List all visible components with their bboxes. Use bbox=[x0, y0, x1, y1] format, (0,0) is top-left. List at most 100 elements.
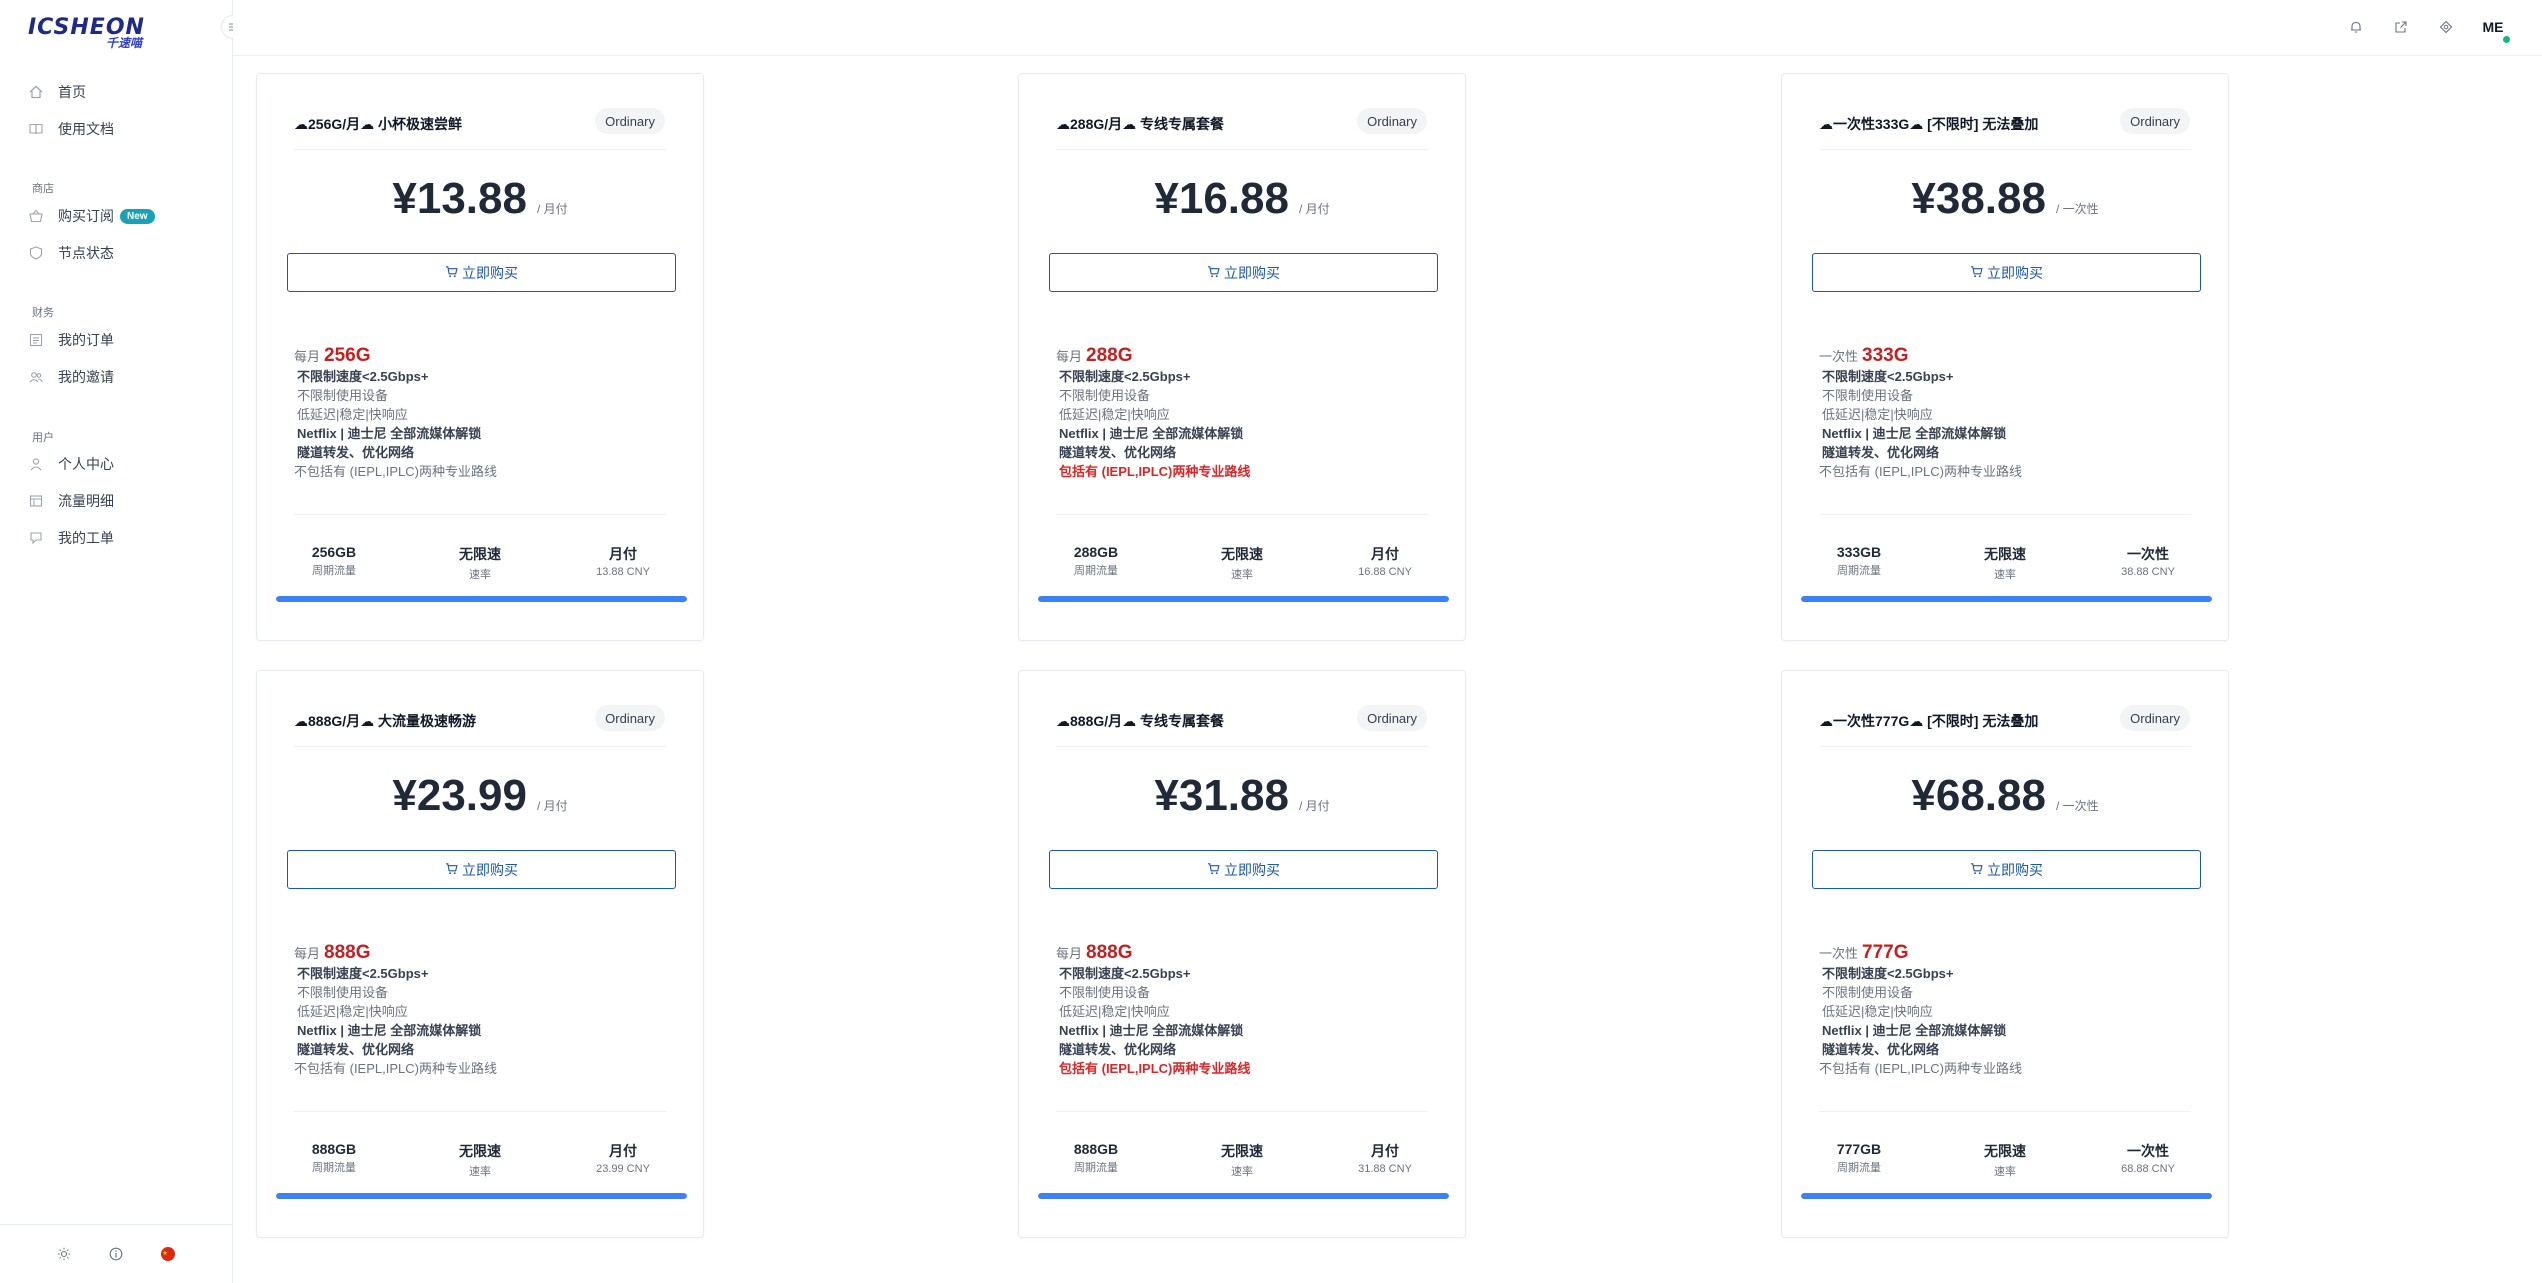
plan-card: ☁一次性777G☁ [不限时] 无法叠加 Ordinary ¥68.88 / 一… bbox=[1781, 670, 2229, 1238]
plan-title: ☁一次性333G☁ [不限时] 无法叠加 bbox=[1819, 116, 2039, 132]
external-link-icon[interactable] bbox=[2391, 17, 2411, 37]
buy-now-button[interactable]: 立即购买 bbox=[1049, 253, 1438, 292]
stat-value: 月付 bbox=[609, 546, 637, 562]
divider bbox=[294, 149, 666, 150]
sidebar-item-invite[interactable]: 我的邀请 bbox=[28, 363, 218, 391]
plan-title: ☁888G/月☁ 大流量极速畅游 bbox=[294, 713, 477, 729]
traffic-period: 每月 bbox=[294, 349, 321, 364]
stat-label: 13.88 CNY bbox=[596, 566, 650, 578]
plan-card: ☁288G/月☁ 专线专属套餐 Ordinary ¥16.88 / 月付 立即购… bbox=[1018, 73, 1466, 641]
plan-price: ¥38.88 bbox=[1911, 174, 2046, 223]
nav-group-title: 用户 bbox=[32, 432, 54, 444]
plan-stat: 无限速 速率 bbox=[420, 544, 540, 582]
feature-line: 不限制速度<2.5Gbps+ bbox=[297, 966, 429, 981]
feature-line: 不包括有 (IEPL,IPLC)两种专业路线 bbox=[1819, 464, 2022, 479]
stat-label: 周期流量 bbox=[1837, 565, 1881, 577]
feature-line: 包括有 (IEPL,IPLC)两种专业路线 bbox=[1059, 1061, 1251, 1076]
plan-stat: 777GB 周期流量 bbox=[1799, 1141, 1919, 1175]
bell-icon[interactable] bbox=[2346, 17, 2366, 37]
plan-price: ¥13.88 bbox=[392, 174, 527, 223]
sidebar-item-label: 我的工单 bbox=[58, 530, 114, 546]
settings-diamond-icon[interactable] bbox=[2436, 17, 2456, 37]
feature-line: 不限制速度<2.5Gbps+ bbox=[1059, 966, 1191, 981]
price-period: / 一次性 bbox=[2055, 202, 2099, 216]
sidebar-item-tickets[interactable]: 我的工单 bbox=[28, 524, 218, 552]
feature-line: 不限制使用设备 bbox=[1059, 985, 1151, 1000]
traffic-amount: 888G bbox=[1086, 942, 1133, 963]
plan-type-badge: Ordinary bbox=[2120, 705, 2190, 731]
plan-features: 每月 256G 不限制速度<2.5Gbps+ 不限制使用设备 低延迟|稳定|快响应 N… bbox=[294, 346, 674, 481]
price-row: ¥38.88 / 一次性 bbox=[1782, 174, 2228, 224]
divider bbox=[294, 1111, 666, 1112]
plan-progress-bar bbox=[1038, 1193, 1449, 1199]
divider bbox=[1819, 514, 2191, 515]
feature-line: 不限制使用设备 bbox=[297, 388, 389, 403]
plan-type-badge: Ordinary bbox=[1357, 705, 1427, 731]
plan-price: ¥31.88 bbox=[1154, 771, 1289, 820]
cart-icon bbox=[445, 265, 458, 281]
sidebar-item-docs[interactable]: 使用文档 bbox=[28, 115, 218, 143]
stat-label: 周期流量 bbox=[312, 565, 356, 577]
theme-sun-icon[interactable] bbox=[55, 1245, 73, 1263]
sidebar-item-node-status[interactable]: 节点状态 bbox=[28, 239, 218, 267]
buy-now-button[interactable]: 立即购买 bbox=[287, 850, 676, 889]
feature-line: 隧道转发、优化网络 bbox=[1822, 445, 1940, 460]
shield-icon bbox=[28, 245, 44, 261]
divider bbox=[1056, 1111, 1428, 1112]
buy-now-button[interactable]: 立即购买 bbox=[1812, 253, 2201, 292]
cart-icon bbox=[1970, 265, 1983, 281]
sidebar-item-label: 节点状态 bbox=[58, 245, 114, 261]
feature-line: 不限制使用设备 bbox=[1059, 388, 1151, 403]
book-icon bbox=[28, 121, 44, 137]
stat-label: 周期流量 bbox=[312, 1162, 356, 1174]
buy-now-button[interactable]: 立即购买 bbox=[1812, 850, 2201, 889]
stat-value: 无限速 bbox=[459, 546, 501, 562]
plan-title: ☁256G/月☁ 小杯极速尝鲜 bbox=[294, 116, 463, 132]
stat-label: 23.99 CNY bbox=[596, 1163, 650, 1175]
stat-label: 周期流量 bbox=[1837, 1162, 1881, 1174]
traffic-headline: 每月 256G bbox=[294, 346, 674, 366]
traffic-period: 一次性 bbox=[1819, 946, 1859, 961]
feature-line: 低延迟|稳定|快响应 bbox=[1059, 407, 1170, 422]
price-row: ¥16.88 / 月付 bbox=[1019, 174, 1465, 224]
plan-card: ☁888G/月☁ 专线专属套餐 Ordinary ¥31.88 / 月付 立即购… bbox=[1018, 670, 1466, 1238]
sidebar-item-home[interactable]: 首页 bbox=[28, 78, 218, 106]
sidebar-item-label: 我的订单 bbox=[58, 332, 114, 348]
price-period: / 月付 bbox=[536, 799, 568, 813]
stat-label: 速率 bbox=[1994, 569, 2016, 581]
cart-icon bbox=[445, 862, 458, 878]
plan-progress-bar bbox=[1038, 596, 1449, 602]
plan-progress-bar bbox=[1801, 596, 2212, 602]
feature-line: 不限制速度<2.5Gbps+ bbox=[1822, 966, 1954, 981]
feature-line: 低延迟|稳定|快响应 bbox=[1059, 1004, 1170, 1019]
sidebar-item-orders[interactable]: 我的订单 bbox=[28, 326, 218, 354]
feature-line: 隧道转发、优化网络 bbox=[1822, 1042, 1940, 1057]
sidebar-item-label: 使用文档 bbox=[58, 121, 114, 137]
traffic-headline: 每月 888G bbox=[1056, 943, 1436, 963]
language-flag-icon[interactable] bbox=[159, 1245, 177, 1263]
divider bbox=[1819, 746, 2191, 747]
user-icon bbox=[28, 456, 44, 472]
divider bbox=[1819, 1111, 2191, 1112]
sidebar-item-purchase[interactable]: 购买订阅 New bbox=[28, 202, 218, 230]
cart-icon bbox=[1207, 265, 1220, 281]
info-icon[interactable] bbox=[107, 1245, 125, 1263]
brand-logo[interactable]: ICSHEON 千速喵 bbox=[28, 12, 145, 51]
buy-now-label: 立即购买 bbox=[1224, 861, 1280, 878]
plan-stat: 无限速 速率 bbox=[1182, 544, 1302, 582]
sidebar-item-traffic[interactable]: 流量明细 bbox=[28, 487, 218, 515]
card-header: ☁一次性777G☁ [不限时] 无法叠加 Ordinary bbox=[1782, 671, 2228, 746]
divider bbox=[294, 746, 666, 747]
feature-line: 不限制速度<2.5Gbps+ bbox=[1059, 369, 1191, 384]
stat-value: 无限速 bbox=[1221, 546, 1263, 562]
buy-now-button[interactable]: 立即购买 bbox=[1049, 850, 1438, 889]
plan-price: ¥68.88 bbox=[1911, 771, 2046, 820]
buy-now-button[interactable]: 立即购买 bbox=[287, 253, 676, 292]
stat-value: 256GB bbox=[311, 544, 357, 560]
stat-value: 888GB bbox=[1073, 1141, 1119, 1157]
plan-stat: 无限速 速率 bbox=[1182, 1141, 1302, 1179]
sidebar-item-profile[interactable]: 个人中心 bbox=[28, 450, 218, 478]
price-row: ¥23.99 / 月付 bbox=[257, 771, 703, 821]
card-header: ☁一次性333G☁ [不限时] 无法叠加 Ordinary bbox=[1782, 74, 2228, 149]
plan-price: ¥16.88 bbox=[1154, 174, 1289, 223]
